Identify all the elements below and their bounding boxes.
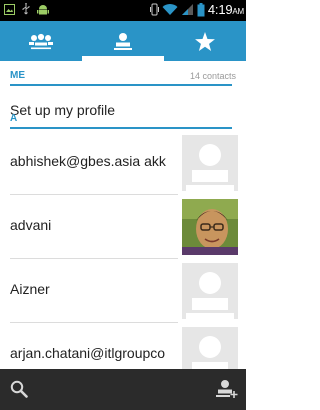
clock-ampm: AM	[232, 7, 244, 16]
signal-icon	[181, 4, 193, 15]
image-icon	[4, 3, 15, 15]
contact-avatar[interactable]	[182, 263, 238, 319]
letter-section-header: A	[10, 108, 232, 129]
battery-icon	[197, 2, 205, 16]
wifi-icon	[162, 4, 178, 16]
vibrate-icon	[149, 3, 159, 16]
add-contact-button[interactable]	[216, 379, 238, 403]
me-section-header: ME 14 contacts	[10, 66, 236, 86]
bottom-action-bar	[0, 369, 246, 410]
default-avatar-icon	[182, 135, 238, 191]
search-icon	[10, 380, 28, 398]
star-icon	[195, 31, 215, 51]
contact-name: arjan.chatani@itlgroupco	[10, 345, 166, 361]
usb-icon	[22, 3, 30, 15]
contact-count: 14 contacts	[189, 71, 236, 81]
search-button[interactable]	[10, 380, 28, 402]
clock: 4:19AM	[208, 2, 244, 17]
people-icon	[29, 32, 53, 50]
clock-time: 4:19	[207, 2, 233, 17]
contact-row[interactable]: advani	[0, 195, 246, 259]
add-contact-icon	[216, 380, 238, 398]
contact-list: abhishek@gbes.asia akk advani Aizner arj…	[0, 131, 246, 387]
tab-groups[interactable]	[0, 21, 82, 61]
contact-avatar[interactable]	[182, 135, 238, 191]
status-bar: 4:19AM	[0, 0, 246, 21]
letter-section-label: A	[10, 113, 18, 124]
status-bar-notifications	[4, 3, 49, 15]
default-avatar-icon	[182, 263, 238, 319]
me-section-label: ME	[10, 70, 25, 81]
tab-bar	[0, 21, 246, 61]
person-icon	[114, 33, 132, 50]
android-icon	[37, 4, 49, 14]
contact-avatar[interactable]	[182, 199, 238, 255]
contact-row[interactable]: Aizner	[0, 259, 246, 323]
contact-name: Aizner	[10, 281, 50, 297]
status-bar-system: 4:19AM	[149, 2, 244, 17]
tab-favorites[interactable]	[164, 21, 246, 61]
tab-all-contacts[interactable]	[82, 21, 164, 61]
contact-name: abhishek@gbes.asia akk	[10, 153, 166, 169]
contact-name: advani	[10, 217, 52, 233]
contact-photo	[182, 199, 238, 255]
contact-row[interactable]: abhishek@gbes.asia akk	[0, 131, 246, 195]
